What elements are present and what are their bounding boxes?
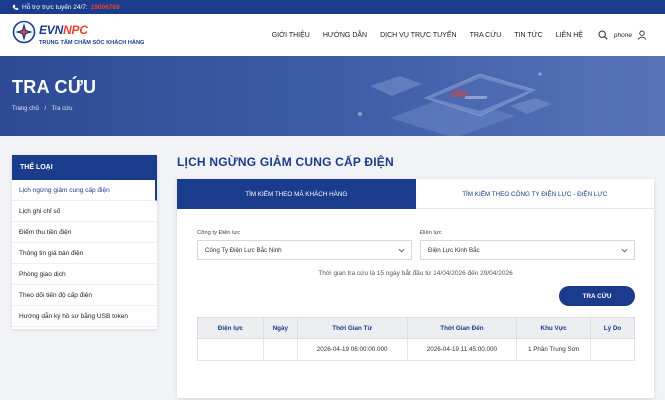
banner-illustration-icon bbox=[358, 72, 552, 136]
table-cell bbox=[590, 338, 635, 361]
table-cell bbox=[262, 338, 298, 361]
column-header: Ngày bbox=[262, 317, 298, 339]
table-cell: 2026-04-19 06:00:00.000 bbox=[296, 338, 408, 361]
branch-select-value: Điện Lực Kinh Bắc bbox=[428, 247, 480, 254]
breadcrumb-current: Tra cứu bbox=[51, 106, 73, 112]
chevron-down-icon bbox=[398, 248, 405, 253]
logo-brand-npc: NPC bbox=[63, 23, 88, 37]
nav-item-tra-cuu[interactable]: TRA CỨU bbox=[470, 32, 502, 39]
search-range-hint: Thời gian tra cứu là 15 ngày bắt đầu từ … bbox=[318, 270, 513, 277]
phone-icon bbox=[12, 4, 19, 10]
logo-text: EVNNPC bbox=[39, 23, 88, 37]
logo-brand-evn: EVN bbox=[39, 23, 64, 37]
nav-item-lien-he[interactable]: LIÊN HỆ bbox=[556, 32, 583, 39]
search-panel: TÌM KIẾM THEO MÃ KHÁCH HÀNG TÌM KIẾM THE… bbox=[177, 179, 654, 398]
sidebar-item-gia-ban-dien[interactable]: Thông tin giá bán điện bbox=[12, 243, 157, 264]
nav-item-gioi-thieu[interactable]: GIỚI THIỆU bbox=[272, 32, 310, 39]
column-header: Khu Vực bbox=[516, 317, 592, 339]
breadcrumb-separator: / bbox=[44, 106, 47, 112]
page-title: TRA CỨU bbox=[12, 77, 97, 97]
results-table: Điện lực Ngày Thời Gian Từ Thời Gian Đến… bbox=[197, 317, 635, 361]
page-banner: TRA CỨU Trang chủ / Tra cứu bbox=[0, 56, 665, 136]
search-tabs: TÌM KIẾM THEO MÃ KHÁCH HÀNG TÌM KIẾM THE… bbox=[177, 179, 654, 209]
chevron-down-icon bbox=[621, 248, 628, 253]
nav-phone-link[interactable]: phone bbox=[614, 32, 632, 39]
site-header: EVNNPC TRUNG TÂM CHĂM SÓC KHÁCH HÀNG GIỚ… bbox=[0, 14, 665, 56]
sidebar-item-tien-do[interactable]: Theo dõi tiến độ cấp điện bbox=[12, 285, 157, 306]
nav-item-tin-tuc[interactable]: TIN TỨC bbox=[514, 32, 542, 39]
company-label: Công ty Điện lực bbox=[197, 230, 241, 236]
company-select[interactable]: Công Ty Điện Lực Bắc Ninh bbox=[197, 240, 412, 260]
column-header: Thời Gian Từ bbox=[296, 317, 408, 339]
table-cell: 2026-04-19 11:45:00.000 bbox=[406, 338, 518, 361]
table-cell: 1 Phần Trung Sơn bbox=[516, 338, 592, 361]
main-nav: GIỚI THIỆU HƯỚNG DẪN DỊCH VỤ TRỰC TUYẾN … bbox=[259, 14, 647, 56]
column-header: Điện lực bbox=[197, 317, 264, 339]
breadcrumb: Trang chủ / Tra cứu bbox=[12, 106, 77, 112]
logo-subtitle: TRUNG TÂM CHĂM SÓC KHÁCH HÀNG bbox=[39, 40, 145, 46]
table-row: 2026-04-19 06:00:00.000 2026-04-19 11:45… bbox=[197, 338, 635, 361]
top-bar: Hỗ trợ trực tuyến 24/7: 19006769 bbox=[0, 0, 665, 14]
column-header: Lý Do bbox=[590, 317, 635, 339]
breadcrumb-home[interactable]: Trang chủ bbox=[12, 106, 39, 112]
section-title: LỊCH NGỪNG GIẢM CUNG CẤP ĐIỆN bbox=[177, 155, 394, 169]
hotline-number[interactable]: 19006769 bbox=[91, 4, 120, 11]
tab-search-by-customer[interactable]: TÌM KIẾM THEO MÃ KHÁCH HÀNG bbox=[177, 179, 416, 209]
sidebar-item-diem-thu[interactable]: Điểm thu tiền điện bbox=[12, 222, 157, 243]
company-select-value: Công Ty Điện Lực Bắc Ninh bbox=[205, 247, 282, 254]
search-button[interactable]: TRA CỨU bbox=[559, 286, 635, 306]
sidebar-item-phong-giao-dich[interactable]: Phòng giao dịch bbox=[12, 264, 157, 285]
hotline-label: Hỗ trợ trực tuyến 24/7: bbox=[22, 3, 88, 11]
column-header: Thời Gian Đến bbox=[406, 317, 518, 339]
sidebar-item-lich-ghi-chi-so[interactable]: Lịch ghi chỉ số bbox=[12, 201, 157, 222]
sidebar-item-usb-token[interactable]: Hướng dẫn ký hồ sơ bằng USB token bbox=[12, 306, 157, 327]
sidebar-item-lich-ngung[interactable]: Lịch ngừng giảm cung cấp điện bbox=[12, 180, 157, 201]
search-icon[interactable] bbox=[598, 30, 608, 40]
sidebar-heading: THỂ LOẠI bbox=[12, 155, 157, 180]
table-header-row: Điện lực Ngày Thời Gian Từ Thời Gian Đến… bbox=[197, 317, 635, 339]
branch-label: Điện lực bbox=[420, 230, 442, 236]
tab-search-by-company[interactable]: TÌM KIẾM THEO CÔNG TY ĐIỆN LỰC - ĐIỆN LỰ… bbox=[415, 179, 654, 209]
branch-select[interactable]: Điện Lực Kinh Bắc bbox=[420, 240, 635, 260]
logo-mark-icon bbox=[12, 20, 36, 44]
nav-item-huong-dan[interactable]: HƯỚNG DẪN bbox=[323, 32, 367, 39]
table-cell bbox=[197, 338, 264, 361]
user-icon[interactable] bbox=[637, 30, 647, 40]
nav-item-dich-vu[interactable]: DỊCH VỤ TRỰC TUYẾN bbox=[380, 32, 457, 39]
category-sidebar: THỂ LOẠI Lịch ngừng giảm cung cấp điện L… bbox=[12, 155, 157, 329]
logo[interactable]: EVNNPC TRUNG TÂM CHĂM SÓC KHÁCH HÀNG bbox=[12, 20, 192, 52]
